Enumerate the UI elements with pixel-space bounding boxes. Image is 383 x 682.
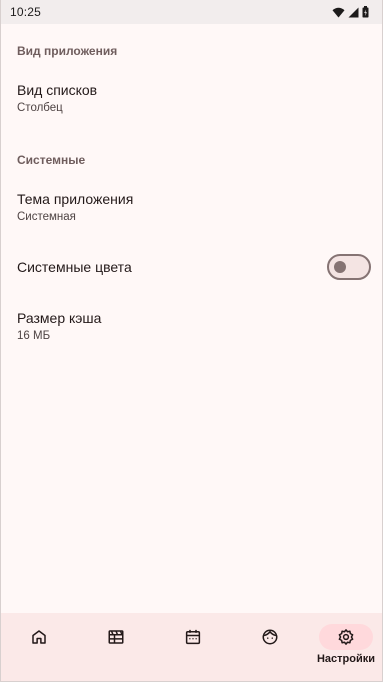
setting-app-theme-value: Системная bbox=[17, 211, 76, 223]
nav-pill bbox=[89, 624, 143, 650]
gear-icon bbox=[338, 629, 354, 645]
nav-pill bbox=[12, 624, 66, 650]
battery-icon bbox=[362, 6, 369, 18]
nav-item-news[interactable] bbox=[78, 613, 154, 681]
setting-app-theme-title: Тема приложения bbox=[17, 191, 134, 207]
setting-cache-size-title: Размер кэша bbox=[17, 310, 102, 326]
nav-item-home[interactable] bbox=[1, 613, 77, 681]
home-icon bbox=[32, 630, 46, 644]
status-bar: 10:25 bbox=[1, 0, 382, 24]
nav-pill bbox=[166, 624, 220, 650]
setting-system-colors-title: Системные цвета bbox=[17, 259, 132, 275]
nav-item-settings[interactable]: Настройки bbox=[308, 613, 383, 681]
face-icon bbox=[262, 629, 278, 645]
nav-item-calendar[interactable] bbox=[155, 613, 231, 681]
news-icon bbox=[108, 630, 124, 644]
signal-icon bbox=[348, 7, 359, 17]
toggle-knob bbox=[334, 261, 346, 273]
nav-item-face[interactable] bbox=[232, 613, 308, 681]
status-icons bbox=[332, 6, 369, 18]
status-time: 10:25 bbox=[10, 5, 42, 19]
system-colors-toggle[interactable] bbox=[327, 254, 371, 280]
bottom-navigation: Настройки bbox=[1, 613, 382, 681]
app-window: 10:25 Вид приложения Вид списков Столбец… bbox=[0, 0, 383, 682]
section-header-system: Системные bbox=[17, 153, 86, 167]
setting-list-view-title: Вид списков bbox=[17, 82, 98, 98]
nav-label-settings: Настройки bbox=[316, 653, 376, 665]
section-header-app-view: Вид приложения bbox=[17, 44, 118, 58]
calendar-icon bbox=[185, 629, 201, 645]
setting-list-view-value: Столбец bbox=[17, 102, 63, 114]
wifi-icon bbox=[332, 7, 345, 17]
setting-cache-size-value: 16 МБ bbox=[17, 330, 51, 342]
nav-pill bbox=[243, 624, 297, 650]
nav-pill-active bbox=[319, 624, 373, 650]
